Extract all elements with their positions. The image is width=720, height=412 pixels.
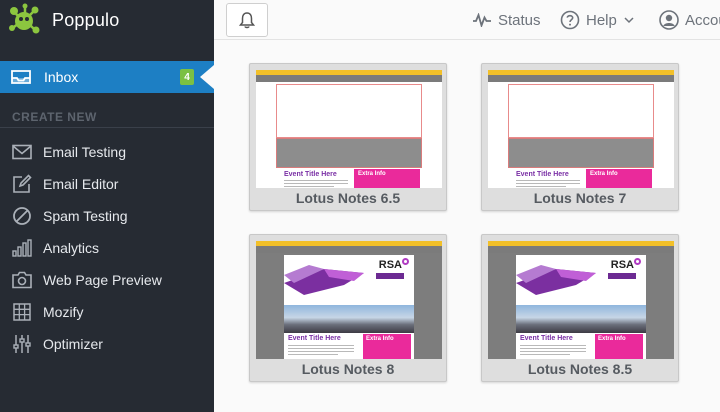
preview-card[interactable]: RSA Event Title Here Extra Info Lotus No… [481, 234, 679, 382]
poppulo-logo-icon [9, 3, 40, 34]
bell-icon [239, 12, 255, 29]
text-line [288, 345, 354, 346]
sidebar-item-label: Analytics [43, 240, 100, 256]
brand[interactable]: Poppulo [0, 0, 214, 40]
help-label: Help [586, 11, 617, 29]
text-line [516, 183, 580, 184]
sidebar-item-analytics[interactable]: Analytics [0, 232, 214, 264]
text-line [520, 348, 586, 349]
brand-tag [608, 273, 636, 279]
sidebar-item-label: Web Page Preview [43, 272, 162, 288]
sidebar-item-label: Optimizer [43, 336, 103, 352]
section-divider [0, 127, 214, 128]
email-thumbnail: Event Title Here Extra Info [488, 70, 674, 188]
extra-info-label: Extra Info [358, 171, 386, 177]
extra-info-label: Extra Info [590, 171, 618, 177]
app-name: Poppulo [52, 9, 120, 30]
text-line [288, 354, 338, 355]
sidebar-item-mozify[interactable]: Mozify [0, 296, 214, 328]
account-menu[interactable]: Accou [659, 0, 720, 40]
text-line [520, 354, 570, 355]
pulse-icon [473, 13, 491, 27]
edit-icon [11, 173, 33, 195]
text-line [284, 183, 348, 184]
hero-banner: RSA [284, 255, 414, 305]
status-label: Status [498, 11, 541, 29]
preview-card[interactable]: Event Title Here Extra Info Lotus Notes … [481, 63, 679, 211]
email-thumbnail: RSA Event Title Here Extra Info [256, 241, 442, 359]
brand-ring-icon [634, 258, 641, 265]
broken-image-frame [508, 84, 654, 138]
sidebar-item-label: Spam Testing [43, 208, 128, 224]
text-line [516, 180, 580, 181]
camera-icon [11, 269, 33, 291]
bar-chart-icon [11, 237, 33, 259]
thumb-subheader-bar [256, 246, 442, 253]
thumb-subheader-bar [256, 75, 442, 82]
notifications-button[interactable] [226, 3, 268, 37]
event-title: Event Title Here [284, 171, 337, 178]
event-title: Event Title Here [520, 335, 573, 342]
sidebar-item-label: Email Testing [43, 144, 127, 160]
create-new-heading: CREATE NEW [12, 110, 97, 124]
sidebar-item-email-editor[interactable]: Email Editor [0, 168, 214, 200]
thumb-subheader-bar [488, 75, 674, 82]
brand-ring-icon [402, 258, 409, 265]
sidebar: Poppulo Inbox 4 CREATE NEW Email Testing… [0, 0, 214, 412]
chevron-down-icon [624, 17, 634, 24]
sidebar-item-label: Email Editor [43, 176, 119, 192]
grid-icon [11, 301, 33, 323]
sidebar-item-inbox[interactable]: Inbox 4 [0, 61, 214, 93]
email-thumbnail: Event Title Here Extra Info [256, 70, 442, 188]
event-title: Event Title Here [288, 335, 341, 342]
create-new-menu: Email Testing Email Editor Spam Testing … [0, 136, 214, 360]
card-caption: Lotus Notes 8 [301, 361, 395, 377]
top-bar: Status Help Accou [214, 0, 720, 40]
text-line [520, 351, 586, 352]
rsa-logo: RSA [378, 259, 402, 271]
extra-info-label: Extra Info [366, 336, 394, 342]
preview-card[interactable]: Event Title Here Extra Info Lotus Notes … [249, 63, 447, 211]
inbox-tray-icon [11, 70, 31, 84]
user-icon [659, 10, 679, 30]
help-icon [560, 10, 580, 30]
text-line [284, 180, 348, 181]
sidebar-item-web-page-preview[interactable]: Web Page Preview [0, 264, 214, 296]
brand-tag [376, 273, 404, 279]
crowd-photo [516, 305, 646, 333]
event-title: Event Title Here [516, 171, 569, 178]
broken-image-frame [276, 84, 422, 138]
hero-banner: RSA [516, 255, 646, 305]
sidebar-item-spam-testing[interactable]: Spam Testing [0, 200, 214, 232]
sidebar-item-label: Mozify [43, 304, 84, 320]
card-caption: Lotus Notes 8.5 [527, 361, 633, 377]
active-pointer [200, 65, 214, 89]
text-line [288, 348, 354, 349]
card-caption: Lotus Notes 7 [533, 190, 627, 206]
sidebar-item-optimizer[interactable]: Optimizer [0, 328, 214, 360]
inbox-count-badge: 4 [180, 69, 194, 85]
envelope-icon [11, 141, 33, 163]
inbox-label: Inbox [44, 69, 79, 85]
text-line [288, 351, 354, 352]
crowd-photo [284, 305, 414, 333]
thumb-subheader-bar [488, 246, 674, 253]
grey-block [276, 138, 422, 168]
grey-block [508, 138, 654, 168]
sliders-icon [11, 333, 33, 355]
account-label: Accou [685, 11, 720, 29]
email-thumbnail: RSA Event Title Here Extra Info [488, 241, 674, 359]
text-line [520, 345, 586, 346]
help-menu[interactable]: Help [560, 0, 635, 40]
extra-info-label: Extra Info [598, 336, 626, 342]
rsa-logo: RSA [610, 259, 634, 271]
card-caption: Lotus Notes 6.5 [295, 190, 401, 206]
block-icon [11, 205, 33, 227]
preview-card[interactable]: RSA Event Title Here Extra Info Lotus No… [249, 234, 447, 382]
status-link[interactable]: Status [472, 0, 541, 40]
sidebar-item-email-testing[interactable]: Email Testing [0, 136, 214, 168]
